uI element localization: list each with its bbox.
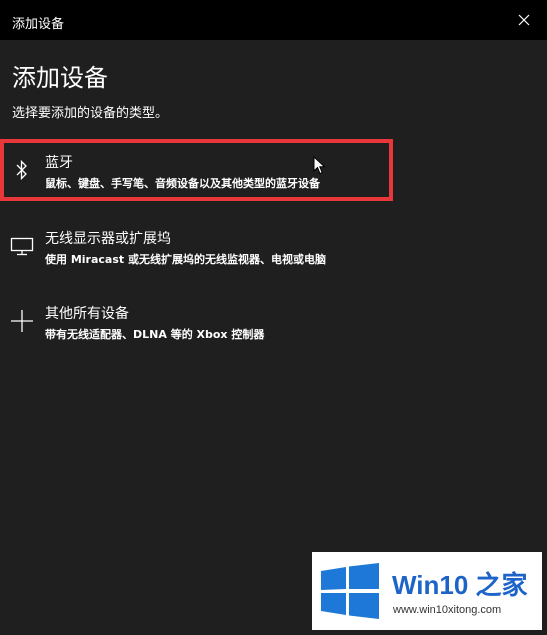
mouse-cursor-icon (313, 156, 326, 175)
window-title: 添加设备 (12, 17, 65, 32)
watermark-title: Win10 之家 (392, 570, 528, 600)
add-device-window: 添加设备 添加设备 选择要添加的设备的类型。 蓝牙 鼠标、键盘、手写笔、音频设备… (0, 0, 547, 635)
monitor-icon (8, 232, 36, 260)
title-bar: 添加设备 (0, 0, 547, 40)
option-description: 使用 Miracast 或无线扩展坞的无线监视器、电视或电脑 (45, 253, 326, 266)
close-icon (518, 14, 530, 26)
plus-icon (8, 307, 36, 335)
close-button[interactable] (501, 0, 547, 40)
option-wireless-display[interactable]: 无线显示器或扩展坞 使用 Miracast 或无线扩展坞的无线监视器、电视或电脑 (0, 220, 547, 276)
annotation-highlight-box (0, 139, 393, 201)
windows-logo-icon (321, 563, 379, 619)
option-everything-else[interactable]: 其他所有设备 带有无线适配器、DLNA 等的 Xbox 控制器 (0, 295, 547, 351)
option-label: 无线显示器或扩展坞 (45, 231, 171, 247)
option-description: 带有无线适配器、DLNA 等的 Xbox 控制器 (45, 328, 265, 341)
watermark-url: www.win10xitong.com (393, 604, 502, 616)
watermark: Win10 之家 www.win10xitong.com (312, 552, 542, 630)
option-label: 其他所有设备 (45, 306, 129, 322)
page-heading: 添加设备 (12, 64, 108, 92)
page-subheading: 选择要添加的设备的类型。 (12, 106, 169, 121)
